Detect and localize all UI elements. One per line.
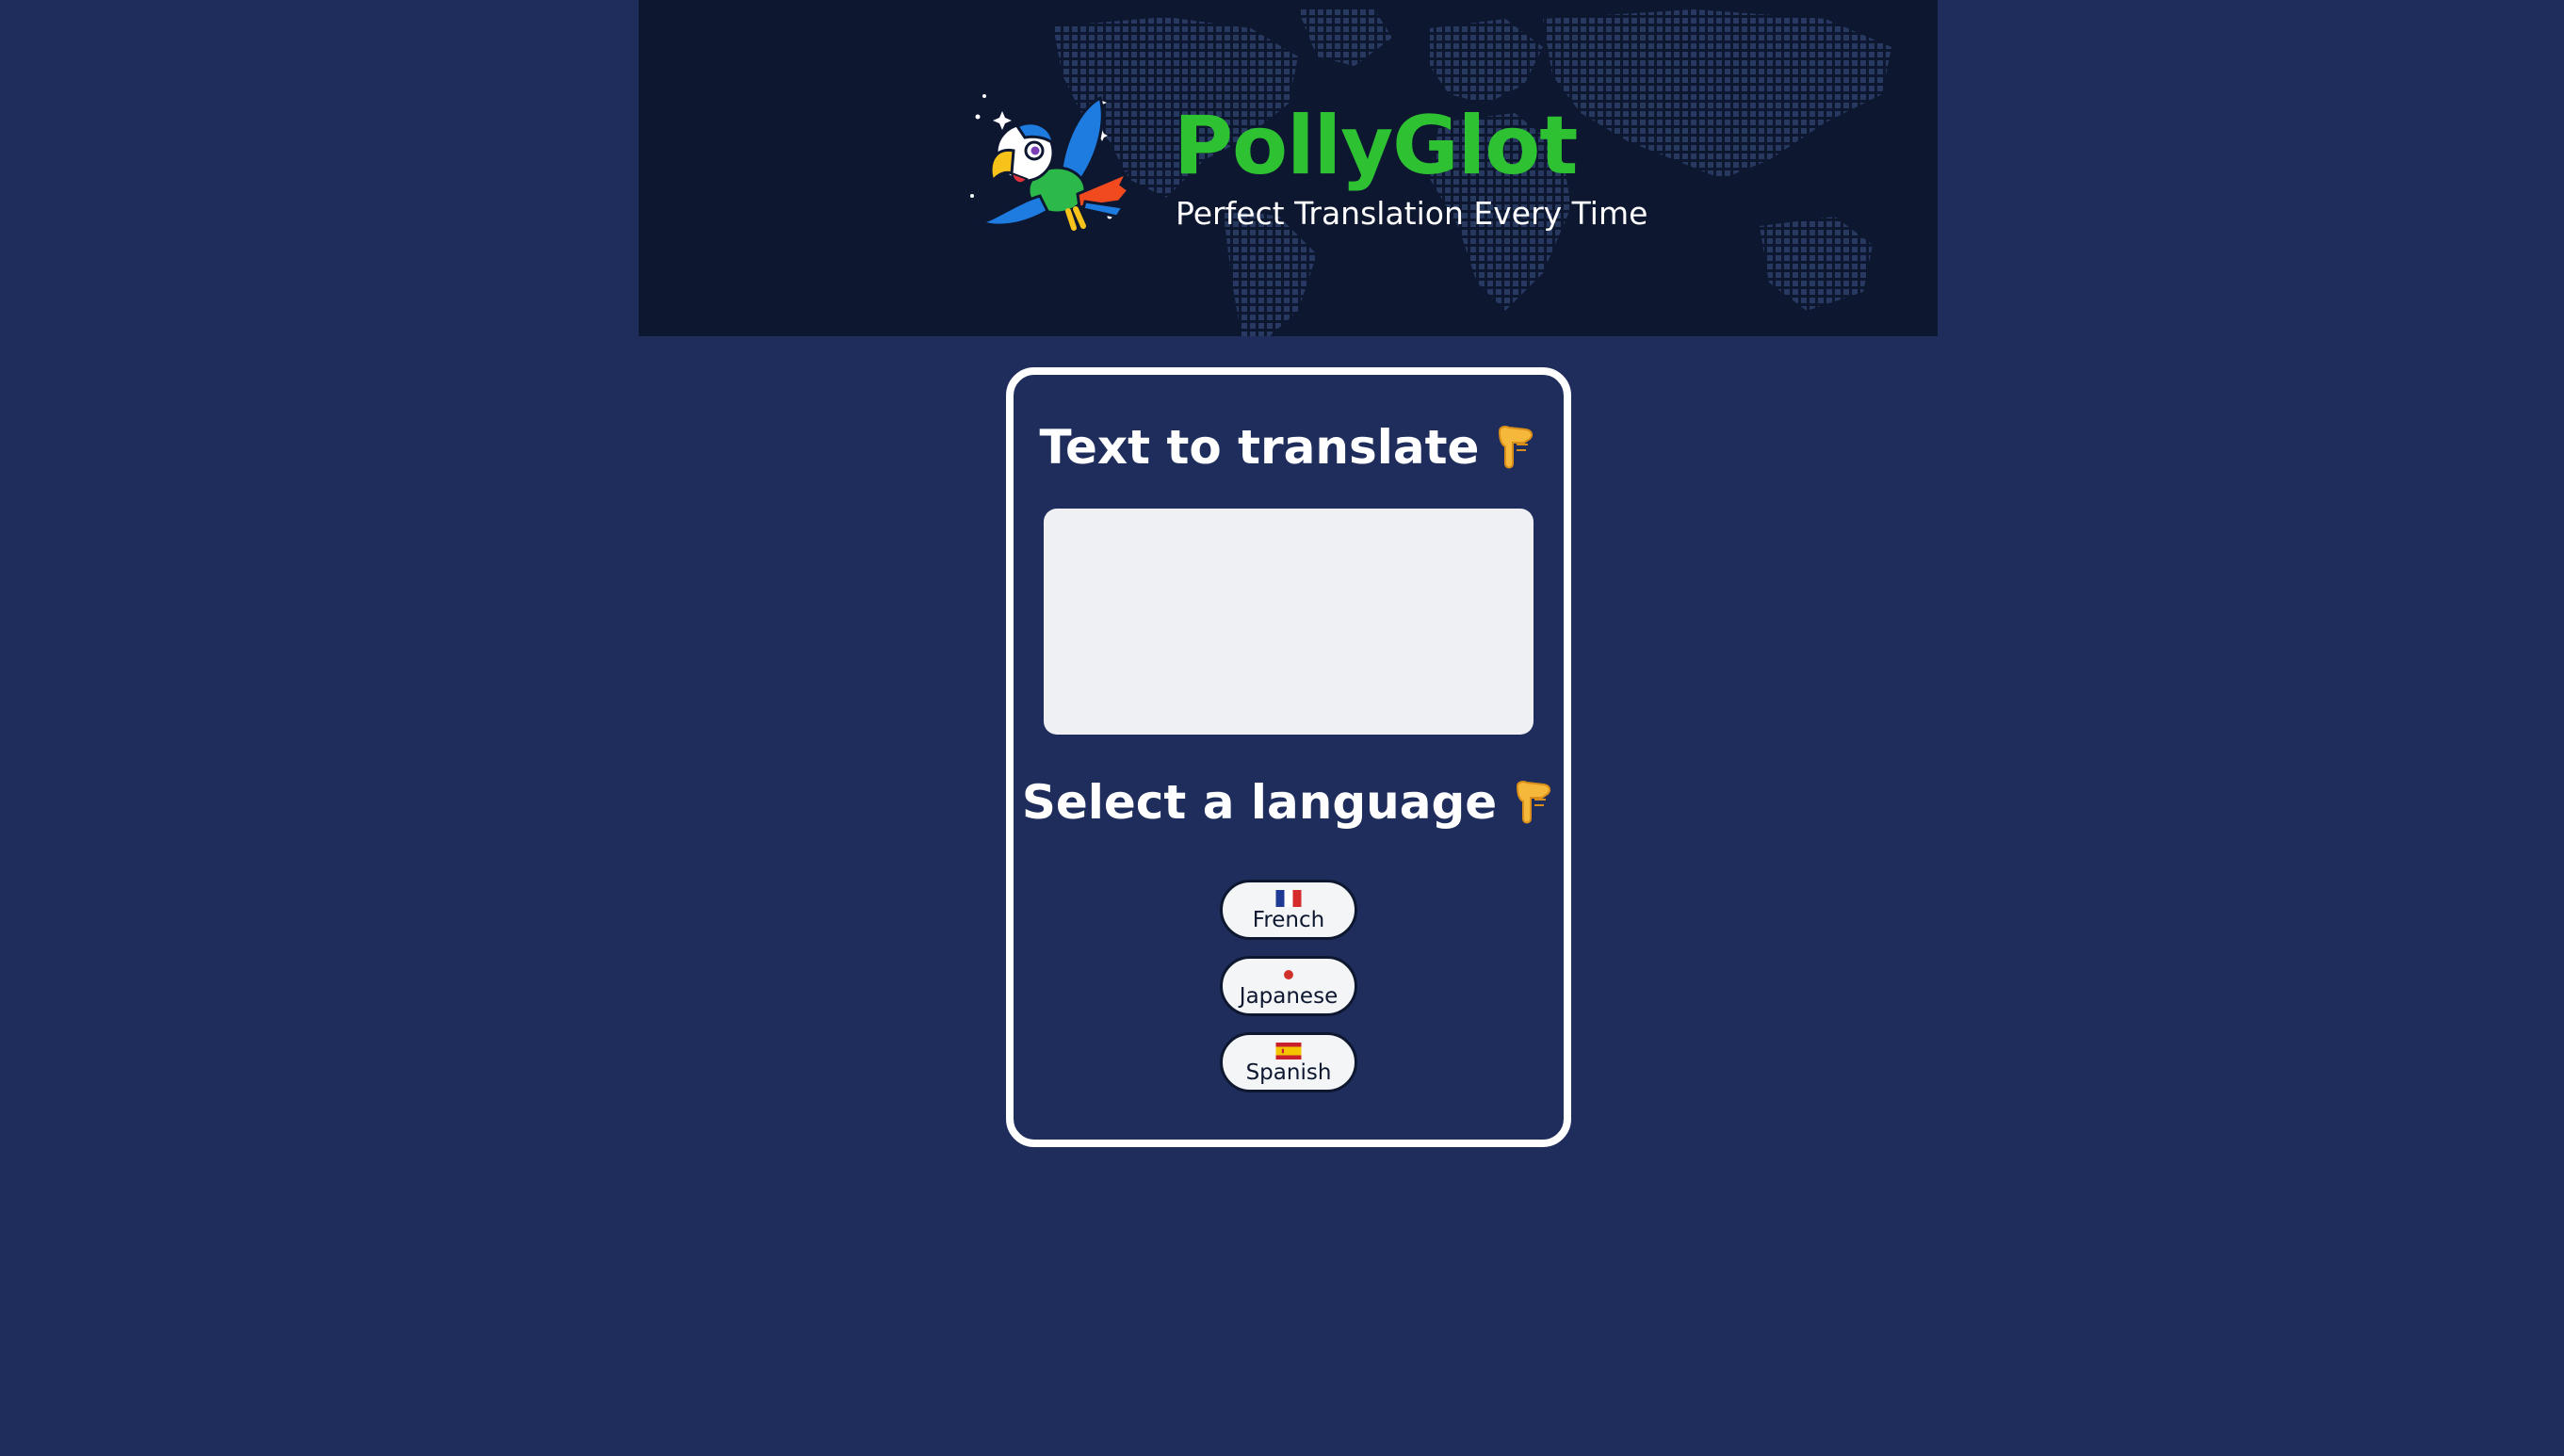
app-header: PollyGlot Perfect Translation Every Time	[639, 0, 1938, 336]
translate-card: Text to translate Select a language Fren…	[1006, 367, 1571, 1147]
spain-flag-icon	[1275, 1043, 1302, 1060]
app-title: PollyGlot	[1174, 99, 1578, 193]
language-options: French Japanese Spanish	[1014, 880, 1564, 1108]
text-to-translate-input[interactable]	[1044, 509, 1534, 735]
language-label: Spanish	[1245, 1060, 1332, 1085]
language-button-french[interactable]: French	[1220, 880, 1357, 940]
language-button-japanese[interactable]: Japanese	[1220, 956, 1357, 1016]
language-label: French	[1252, 908, 1325, 932]
language-label: Japanese	[1239, 984, 1339, 1009]
pointing-down-hand-icon	[1499, 426, 1534, 469]
select-language-label: Select a language	[1021, 775, 1498, 830]
app-tagline: Perfect Translation Every Time	[1176, 195, 1648, 232]
select-language-heading: Select a language	[1014, 777, 1564, 826]
language-button-spanish[interactable]: Spanish	[1220, 1032, 1357, 1092]
parrot-logo-icon	[970, 94, 1131, 231]
france-flag-icon	[1275, 890, 1302, 907]
text-to-translate-heading: Text to translate	[1014, 422, 1564, 471]
pointing-down-hand-icon	[1517, 781, 1551, 824]
japan-flag-icon	[1284, 970, 1293, 979]
text-to-translate-label: Text to translate	[1039, 420, 1480, 475]
